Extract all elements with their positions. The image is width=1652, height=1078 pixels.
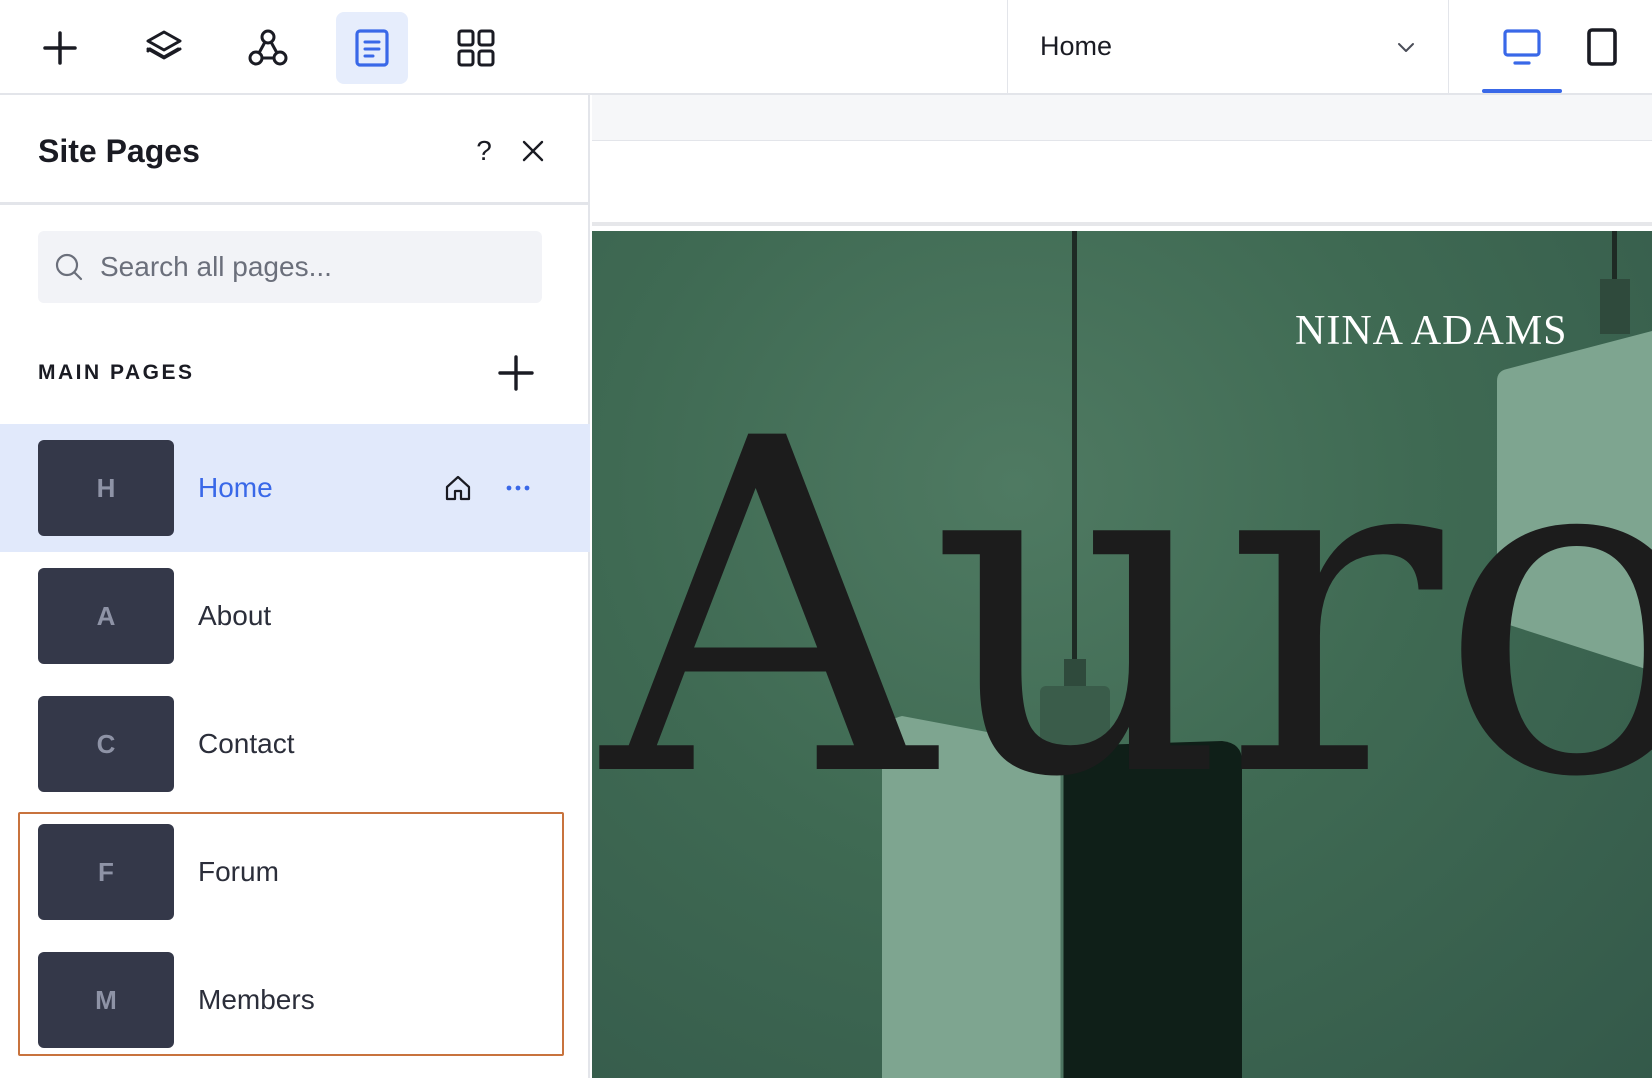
page-thumbnail: C [38,696,174,792]
layers-button[interactable] [128,12,200,84]
page-selector-label: Home [1040,31,1113,61]
search-field[interactable] [38,231,542,303]
top-toolbar: Home [0,0,1652,95]
connections-button[interactable] [232,12,304,84]
add-page-icon[interactable] [496,353,536,393]
page-item-label: Home [198,472,273,503]
search-input[interactable] [100,251,520,283]
site-pages-panel: Site Pages ? MAIN PAGES H Home A About [0,95,590,1078]
close-icon[interactable] [519,137,547,165]
page-item-about[interactable]: A About [0,552,590,680]
page-item-label: Forum [198,856,279,887]
pages-button[interactable] [336,12,408,84]
mobile-icon [1587,27,1617,66]
page-item-members[interactable]: M Members [0,936,590,1064]
page-item-label: About [198,600,272,631]
page-thumbnail: A [38,568,174,664]
more-options-icon[interactable] [503,473,533,503]
layers-icon [146,30,182,60]
panel-title: Site Pages [38,133,200,169]
site-header-section[interactable] [592,142,1652,226]
add-icon [43,31,77,65]
hero-heading: Auro [602,343,1652,878]
apps-icon [457,29,495,67]
desktop-view-button[interactable] [1482,0,1562,93]
page-thumbnail: M [38,952,174,1048]
chevron-down-icon [1398,42,1414,52]
page-thumbnail: F [38,824,174,920]
page-item-home[interactable]: H Home [0,424,590,552]
canvas-ruler-strip [592,95,1652,141]
help-button[interactable]: ? [470,135,498,167]
panel-header: Site Pages ? [0,95,588,205]
search-icon [55,253,83,281]
page-item-forum[interactable]: F Forum [0,808,590,936]
pages-icon [355,29,389,67]
page-item-contact[interactable]: C Contact [0,680,590,808]
apps-button[interactable] [440,12,512,84]
page-item-label: Contact [198,728,295,759]
desktop-icon [1503,28,1541,65]
connections-icon [248,29,288,66]
page-thumbnail: H [38,440,174,536]
page-item-label: Members [198,984,315,1015]
mobile-view-button[interactable] [1562,0,1642,93]
add-elements-button[interactable] [24,12,96,84]
section-title: MAIN PAGES [38,361,195,384]
page-selector-dropdown[interactable]: Home [1007,0,1449,93]
home-icon[interactable] [443,473,473,503]
hero-section[interactable]: NINA ADAMS Auro [592,231,1652,1078]
